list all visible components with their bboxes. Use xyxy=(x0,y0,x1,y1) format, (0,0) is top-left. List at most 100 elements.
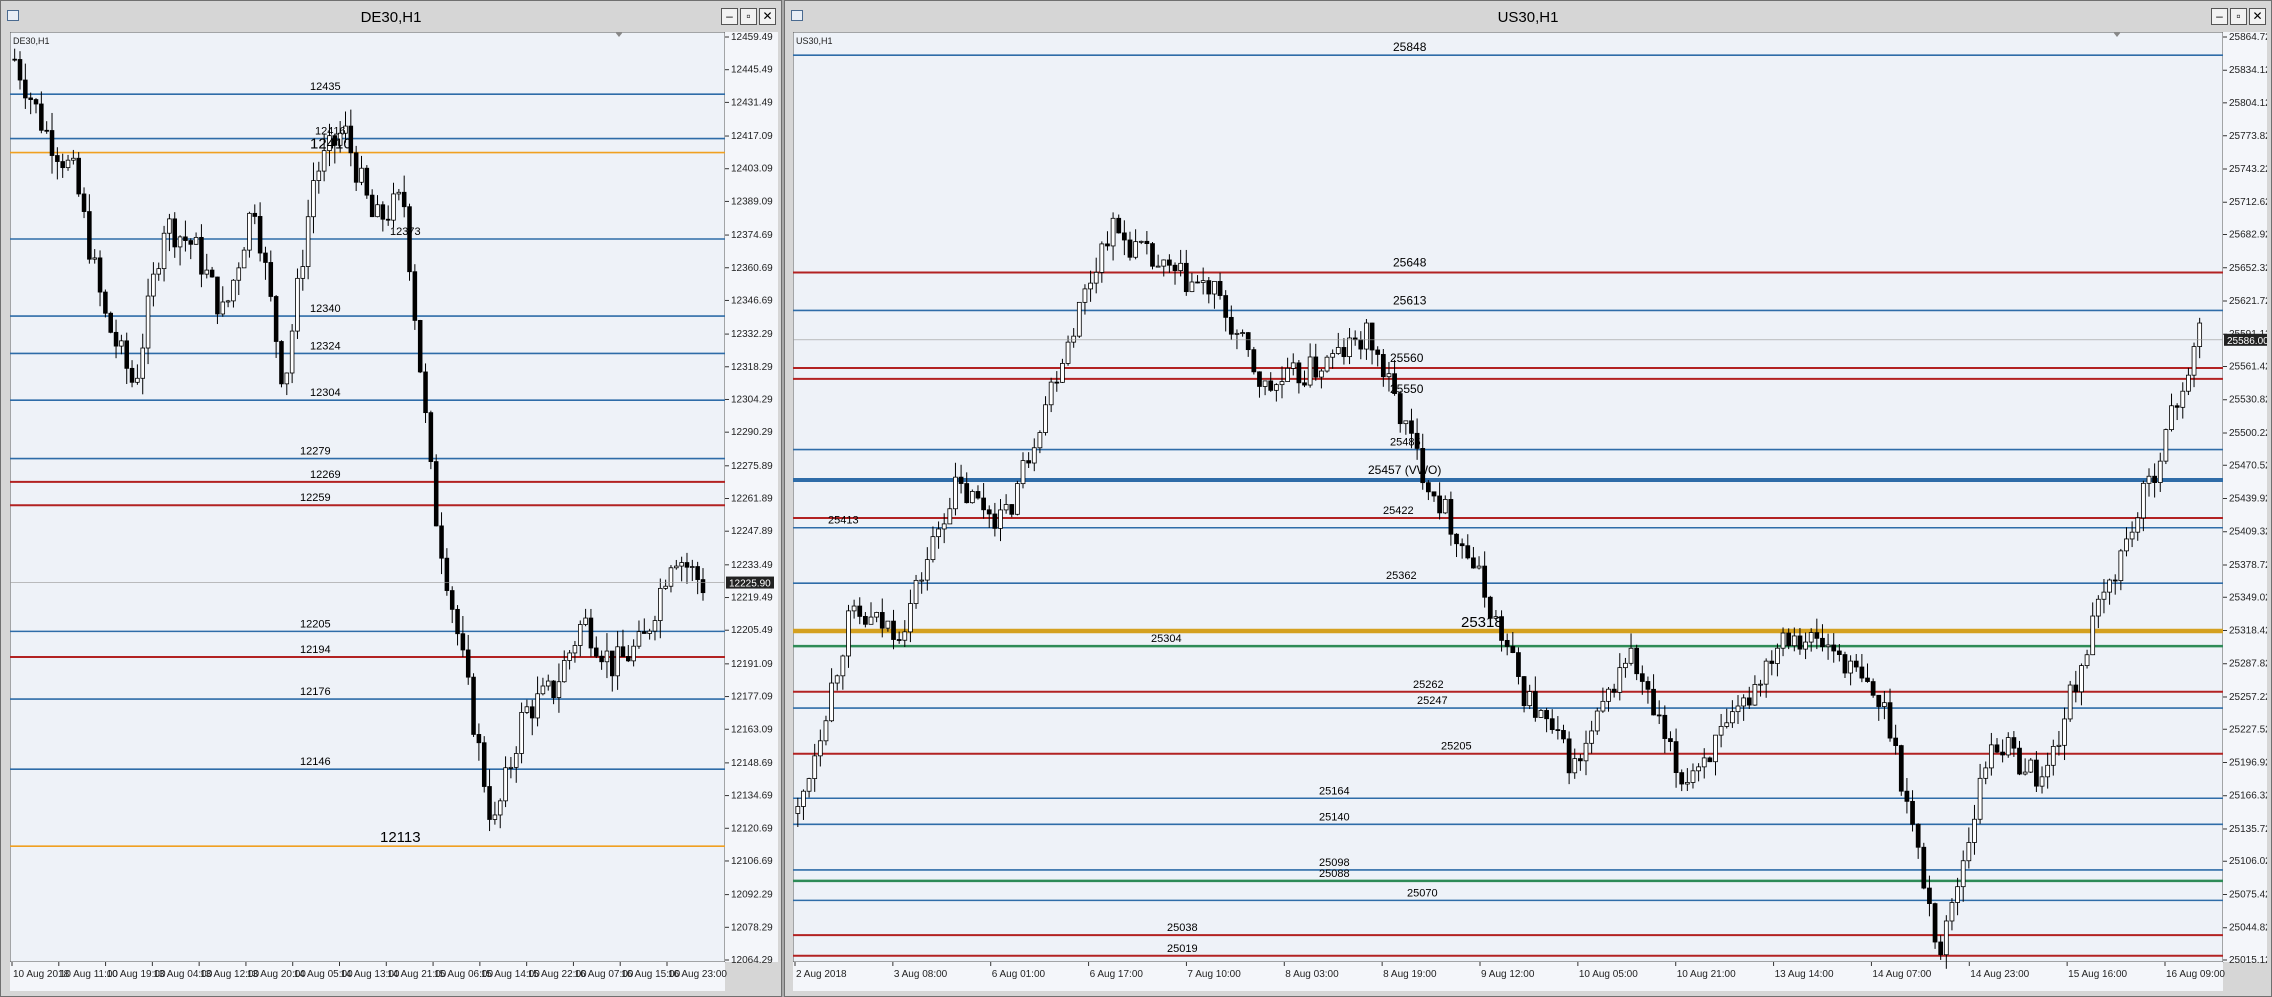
candle-body xyxy=(439,525,444,559)
level-label: 25648 xyxy=(1393,255,1427,269)
us30-price-chart[interactable]: US30,H1 25864.72 25834.12 25804.12 25773.82 2… xyxy=(792,31,2272,991)
candle-body xyxy=(2118,550,2124,582)
candle-body xyxy=(1369,322,1375,351)
candle-body xyxy=(316,170,322,181)
candle-body xyxy=(2084,654,2090,667)
candle-body xyxy=(631,645,636,662)
candle-body xyxy=(71,157,76,161)
candle-body xyxy=(1544,710,1549,720)
candle-body xyxy=(1172,264,1178,271)
candle-body xyxy=(1572,758,1578,774)
candle-body xyxy=(177,236,183,248)
time-axis-label: 16 Aug 09:00 xyxy=(2166,969,2225,980)
candle-body xyxy=(140,347,145,379)
price-axis-label: 25834.12 xyxy=(2229,65,2267,76)
de30-price-chart[interactable]: DE30,H1 12459.49 12445.49 12431.49 12417.09 1… xyxy=(9,31,778,991)
candle-body xyxy=(924,559,930,581)
candle-body xyxy=(908,603,913,633)
minimize-button[interactable]: – xyxy=(2211,8,2228,25)
candle-body xyxy=(868,616,874,625)
price-axis-label: 25044.82 xyxy=(2229,923,2267,934)
maximize-button[interactable]: ▫ xyxy=(740,8,757,25)
us30-chart-window[interactable]: US30,H1 – ▫ ✕ US30,H1 25864.72 25834.12 258… xyxy=(784,0,2272,997)
price-axis-label: 25652.32 xyxy=(2229,263,2267,274)
candle-body xyxy=(1634,647,1640,675)
candle-body xyxy=(919,579,925,582)
window-titlebar[interactable]: DE30,H1 – ▫ ✕ xyxy=(1,1,781,31)
candle-body xyxy=(1009,504,1015,515)
price-axis-label: 25621.72 xyxy=(2229,296,2267,307)
candle-body xyxy=(1955,886,1960,903)
candle-body xyxy=(407,206,412,273)
candle-body xyxy=(1561,730,1566,740)
close-button[interactable]: ✕ xyxy=(2249,8,2266,25)
price-axis-label: 12078.29 xyxy=(731,922,773,933)
candle-body xyxy=(1521,676,1527,707)
candle-body xyxy=(465,649,471,678)
candle-body xyxy=(947,508,953,525)
candle-body xyxy=(840,655,846,677)
maximize-button[interactable]: ▫ xyxy=(2230,8,2247,25)
candle-body xyxy=(540,685,546,695)
candle-body xyxy=(364,167,370,196)
candle-body xyxy=(1966,842,1972,862)
candle-body xyxy=(1752,684,1758,706)
candle-body xyxy=(1763,660,1769,685)
candle-body xyxy=(1071,335,1077,343)
candle-body xyxy=(1842,654,1848,674)
level-label: 25070 xyxy=(1407,887,1438,899)
de30-chart-window[interactable]: DE30,H1 – ▫ ✕ DE30,H1 12459.49 12445.49 124… xyxy=(0,0,782,997)
candle-body xyxy=(1319,370,1324,378)
candle-body xyxy=(444,557,450,591)
candle-body xyxy=(2095,598,2101,617)
candle-body xyxy=(1020,460,1026,485)
candle-body xyxy=(588,617,594,649)
candle-body xyxy=(642,631,647,634)
price-axis-label: 25196.92 xyxy=(2229,757,2267,768)
close-button[interactable]: ✕ xyxy=(759,8,776,25)
candle-body xyxy=(1668,738,1673,743)
candle-body xyxy=(594,647,599,657)
candle-body xyxy=(1611,688,1617,693)
time-axis-label: 7 Aug 10:00 xyxy=(1187,969,1241,980)
candle-body xyxy=(1904,790,1910,802)
minimize-button[interactable]: – xyxy=(721,8,738,25)
candle-body xyxy=(1735,705,1741,713)
candle-body xyxy=(1932,903,1938,943)
candle-body xyxy=(529,706,535,719)
price-axis-label: 12445.49 xyxy=(731,65,773,76)
symbol-label: US30,H1 xyxy=(796,36,833,46)
level-label: 25848 xyxy=(1393,40,1427,54)
candle-body xyxy=(936,528,941,538)
level-label: 12340 xyxy=(310,303,341,315)
time-axis-label: 9 Aug 12:00 xyxy=(1481,969,1535,980)
candle-body xyxy=(1268,380,1274,391)
candle-body xyxy=(1943,920,1949,956)
candle-body xyxy=(1803,641,1808,650)
candle-body xyxy=(1380,354,1386,378)
candle-body xyxy=(1212,280,1217,295)
candle-body xyxy=(273,296,279,342)
candle-body xyxy=(969,491,975,504)
level-label: 25019 xyxy=(1167,943,1198,955)
candle-body xyxy=(1628,647,1634,664)
candle-body xyxy=(1859,666,1865,679)
candle-body xyxy=(1679,772,1685,785)
candle-body xyxy=(1060,363,1065,383)
price-axis-label: 25470.52 xyxy=(2229,460,2267,471)
candle-body xyxy=(2067,684,2073,720)
candle-body xyxy=(476,734,482,744)
price-axis-label: 12431.49 xyxy=(731,97,773,108)
level-label: 12304 xyxy=(310,387,341,399)
candle-body xyxy=(2129,531,2135,540)
candle-body xyxy=(1555,729,1561,732)
candle-body xyxy=(289,330,295,374)
candle-body xyxy=(2090,615,2096,656)
window-titlebar[interactable]: US30,H1 – ▫ ✕ xyxy=(785,1,2271,31)
candle-body xyxy=(2039,776,2045,787)
candle-body xyxy=(636,631,642,647)
candle-body xyxy=(305,216,311,267)
candle-body xyxy=(964,483,970,504)
candle-body xyxy=(817,740,823,757)
candle-body xyxy=(1003,504,1009,511)
